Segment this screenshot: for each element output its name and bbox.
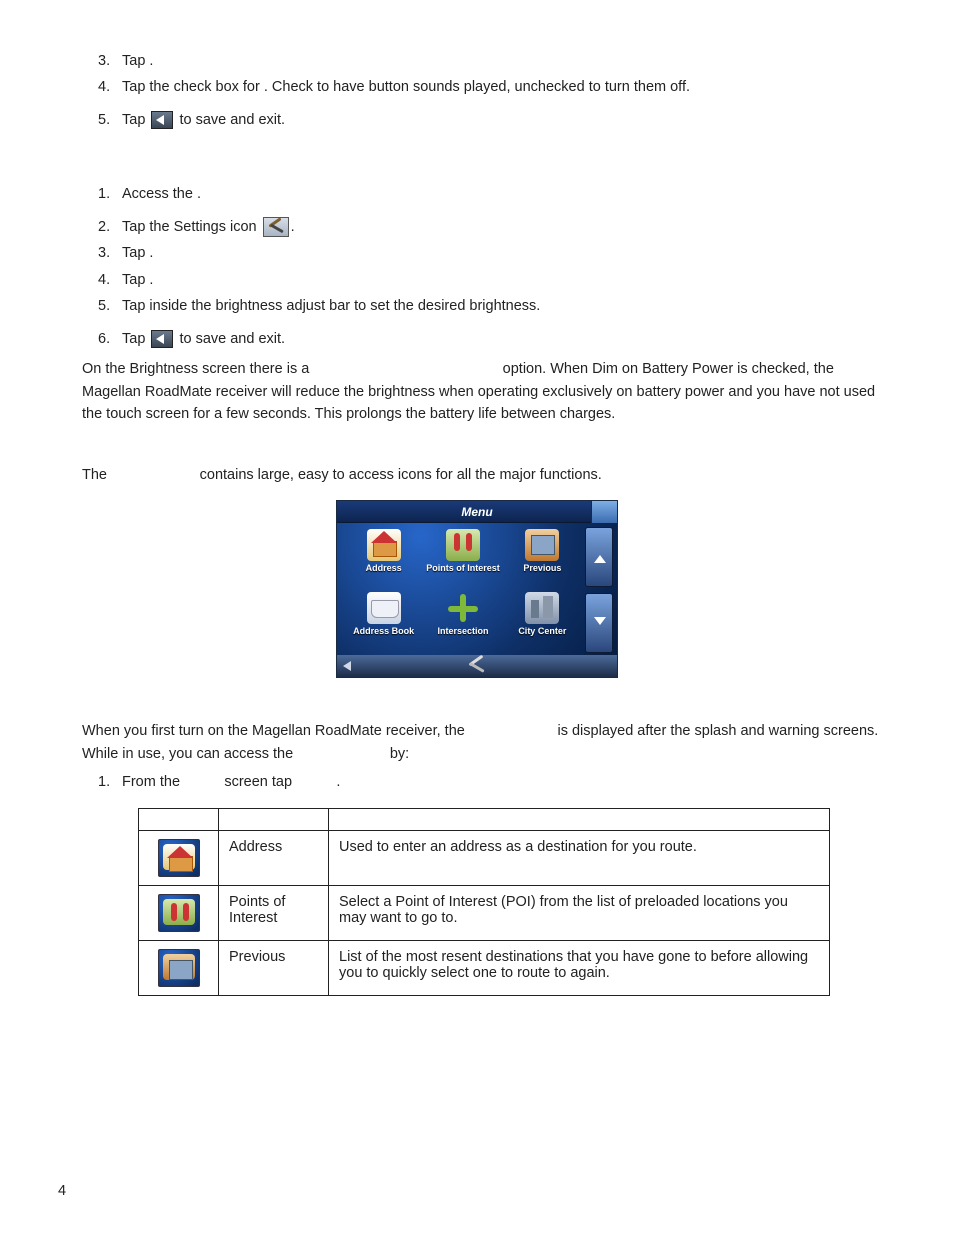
- previous-icon: [158, 949, 200, 987]
- page-number: 4: [58, 1183, 66, 1199]
- menu-item-previous: Previous: [504, 529, 581, 590]
- table-row: Previous List of the most resent destina…: [139, 940, 830, 995]
- buttons-table: Address Used to enter an address as a de…: [138, 808, 830, 996]
- menu-item-intersection: Intersection: [424, 592, 501, 653]
- step5b-text: to save and exit.: [175, 112, 285, 128]
- row-desc: Used to enter an address as a destinatio…: [329, 830, 830, 885]
- back-triangle-icon: [343, 661, 351, 671]
- row-name: Address: [219, 830, 329, 885]
- mainmenu-intro: The contains large, easy to access icons…: [82, 464, 896, 486]
- b-step2: Tap the Settings icon: [122, 219, 261, 235]
- b-step4: Tap: [122, 272, 149, 288]
- access-paragraph: When you first turn on the Magellan Road…: [82, 720, 896, 765]
- city-icon: [525, 592, 559, 624]
- access-step1: From the screen tap .: [122, 774, 340, 790]
- book-icon: [367, 592, 401, 624]
- intersection-icon: [446, 592, 480, 624]
- tools-icon: [466, 657, 488, 675]
- table-row: Address Used to enter an address as a de…: [139, 830, 830, 885]
- menu-screenshot: Menu Address Points of Interest Previous…: [336, 500, 618, 678]
- b-step1: Access the: [122, 186, 197, 202]
- row-desc: Select a Point of Interest (POI) from th…: [329, 885, 830, 940]
- steps-sounds: 3.Tap . 4.Tap the check box for . Check …: [58, 50, 896, 131]
- b-step6a: Tap: [122, 331, 149, 347]
- b-step6b: to save and exit.: [175, 331, 285, 347]
- menu-item-address: Address: [345, 529, 422, 590]
- row-name: Points of Interest: [219, 885, 329, 940]
- step3-text: Tap: [122, 53, 149, 69]
- battery-icon: [591, 501, 617, 523]
- table-row: Points of Interest Select a Point of Int…: [139, 885, 830, 940]
- back-icon: [151, 111, 173, 129]
- steps-brightness: 1.Access the . 2.Tap the Settings icon .…: [58, 183, 896, 350]
- scroll-down-icon: [585, 593, 613, 653]
- row-name: Previous: [219, 940, 329, 995]
- brightness-paragraph: On the Brightness screen there is a opti…: [82, 358, 896, 425]
- poi-icon: [158, 894, 200, 932]
- settings-icon: [263, 217, 289, 237]
- step5a-text: Tap: [122, 112, 149, 128]
- menu-item-citycenter: City Center: [504, 592, 581, 653]
- steps-access: 1.From the screen tap .: [58, 771, 896, 793]
- b-step3: Tap: [122, 245, 149, 261]
- back-icon: [151, 330, 173, 348]
- poi-icon: [446, 529, 480, 561]
- previous-icon: [525, 529, 559, 561]
- row-desc: List of the most resent destinations tha…: [329, 940, 830, 995]
- house-icon: [367, 529, 401, 561]
- menu-title: Menu: [337, 501, 617, 523]
- step4a-text: Tap the check box for: [122, 79, 264, 95]
- step4b-text: . Check to have button sounds played, un…: [264, 79, 690, 95]
- b-step5: Tap inside the brightness adjust bar to …: [122, 298, 540, 314]
- scroll-up-icon: [585, 527, 613, 587]
- menu-item-poi: Points of Interest: [424, 529, 501, 590]
- menu-item-addressbook: Address Book: [345, 592, 422, 653]
- address-icon: [158, 839, 200, 877]
